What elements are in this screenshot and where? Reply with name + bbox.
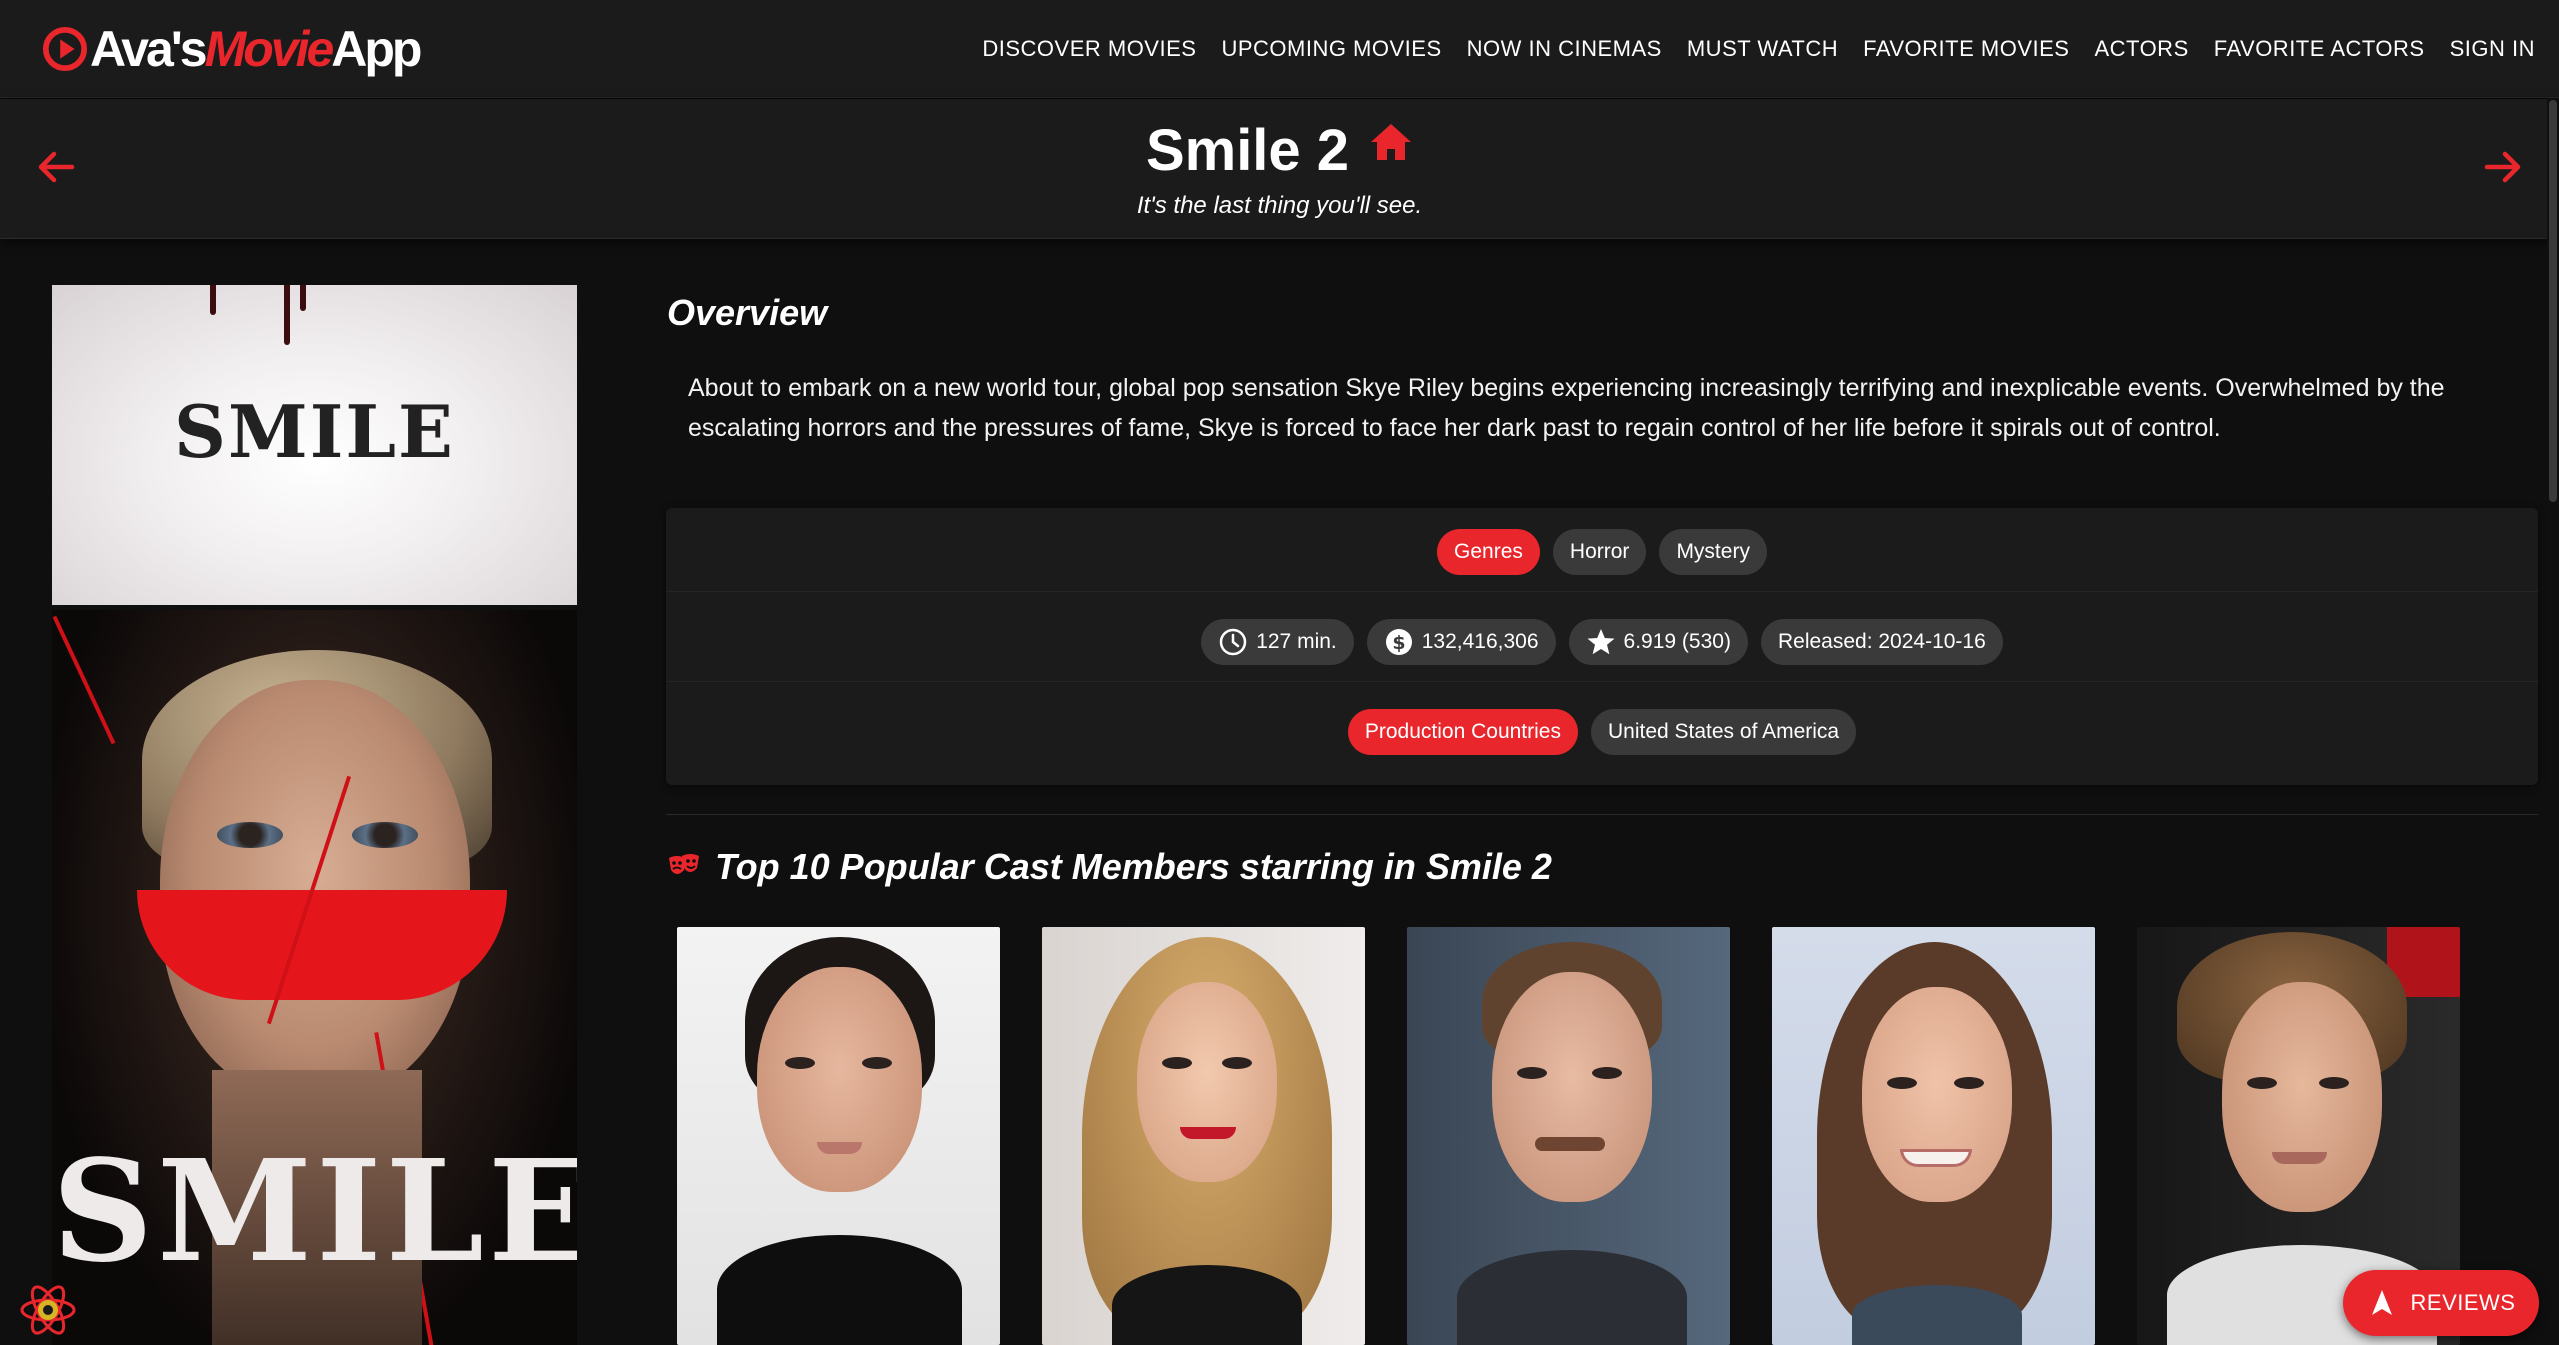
poster-artwork: SMILE 2 [52, 610, 577, 1345]
nav-actors[interactable]: ACTORS [2094, 36, 2188, 62]
poster-small-logo: SMILE 2 [52, 379, 577, 508]
genre-chip[interactable]: Horror [1552, 528, 1647, 575]
runtime-chip: 127 min. [1201, 618, 1354, 665]
nav-must-watch[interactable]: MUST WATCH [1687, 36, 1838, 62]
cast-photo-face [1862, 987, 2012, 1202]
home-icon[interactable] [1369, 120, 1413, 164]
nav-now-in-cinemas[interactable]: NOW IN CINEMAS [1467, 36, 1662, 62]
cast-photo-eye [1222, 1057, 1252, 1069]
movie-title-text: Smile 2 [1145, 118, 1350, 183]
cast-photo-eye [862, 1057, 892, 1069]
cast-photo-eye [2319, 1077, 2349, 1089]
cast-photo-body [1852, 1285, 2022, 1345]
arrow-right-icon[interactable] [2479, 143, 2527, 191]
dollar-icon: $ [1385, 628, 1412, 655]
poster-crack [52, 615, 116, 745]
rocket-icon [2371, 1290, 2392, 1315]
poster-eye [217, 822, 283, 848]
blood-drip [284, 285, 290, 345]
cast-photo-body [1457, 1250, 1687, 1345]
app-logo-text: Ava'sMovieApp [90, 20, 422, 78]
reviews-button[interactable]: REVIEWS [2343, 1270, 2539, 1336]
logo-text-movie: Movie [204, 21, 335, 77]
revenue-chip: $ 132,416,306 [1366, 618, 1556, 665]
overview-heading: Overview [667, 292, 828, 333]
cast-photo-mouth [1900, 1149, 1972, 1167]
nav-sign-in[interactable]: SIGN IN [2450, 36, 2535, 62]
cast-photo-mouth [1180, 1127, 1236, 1139]
cast-heading-text: Top 10 Popular Cast Members starring in … [715, 846, 1552, 887]
logo-text-app: App [331, 21, 422, 77]
cast-photo-face [1492, 972, 1652, 1202]
movie-title: Smile 2 [1146, 117, 1413, 184]
countries-row: Production Countries United States of Am… [666, 692, 2538, 772]
rating-value: 6.919 (530) [1623, 629, 1731, 653]
poster-red-smile [137, 890, 507, 1000]
theater-masks-icon [669, 854, 699, 874]
reviews-button-label: REVIEWS [2410, 1290, 2516, 1315]
blood-drip [300, 285, 306, 311]
section-divider [666, 814, 2538, 815]
cast-photo-eye [1887, 1077, 1917, 1089]
poster-big-logo: SMILE 2 [52, 1110, 577, 1345]
blood-drip [210, 285, 216, 315]
page-scrollbar-thumb[interactable] [2549, 100, 2557, 502]
runtime-value: 127 min. [1256, 629, 1337, 653]
nav-links: DISCOVER MOVIES UPCOMING MOVIES NOW IN C… [957, 0, 2535, 98]
cast-photo-mouth [817, 1142, 862, 1154]
clock-icon [1219, 628, 1247, 655]
cast-photo-eye [1592, 1067, 1622, 1079]
rating-chip: 6.919 (530) [1568, 618, 1748, 665]
cast-list [677, 927, 2460, 1345]
revenue-value: 132,416,306 [1421, 629, 1539, 653]
cast-photo-eye [1517, 1067, 1547, 1079]
cast-photo-mouth [2272, 1152, 2327, 1164]
overview-text: About to embark on a new world tour, glo… [688, 374, 2445, 442]
genre-chip[interactable]: Mystery [1659, 528, 1767, 575]
country-chip: United States of America [1590, 709, 1857, 755]
cast-photo-face [2222, 982, 2382, 1212]
production-countries-label: Production Countries [1347, 709, 1578, 755]
play-circle-icon [42, 26, 88, 72]
cast-photo-body [717, 1235, 962, 1345]
cast-photo-mustache [1535, 1137, 1605, 1151]
poster-small-title: SMILE [174, 389, 455, 474]
logo-text-avas: Ava's [90, 21, 208, 77]
movie-details-panel: Genres Horror Mystery 127 min. $ 132,416… [666, 508, 2538, 785]
cast-photo-eye [1162, 1057, 1192, 1069]
star-icon [1587, 628, 1615, 654]
cast-photo-body [1112, 1265, 1302, 1345]
cast-photo-face [1137, 982, 1277, 1182]
cast-heading: Top 10 Popular Cast Members starring in … [667, 846, 1552, 888]
movie-tagline: It's the last thing you'll see. [1136, 192, 1423, 219]
genres-row: Genres Horror Mystery [666, 512, 2538, 592]
cast-card[interactable] [1042, 927, 1365, 1345]
movie-poster: SMILE 2 SMILE 2 [52, 285, 577, 1345]
poster-backdrop: SMILE 2 [52, 285, 577, 605]
stats-row: 127 min. $ 132,416,306 6.919 (530) Relea… [666, 602, 2538, 682]
cast-card[interactable] [1407, 927, 1730, 1345]
title-block: Smile 2 It's the last thing you'll see. [0, 117, 2559, 220]
top-navbar: Ava'sMovieApp DISCOVER MOVIES UPCOMING M… [0, 0, 2559, 98]
cast-photo-eye [1954, 1077, 1984, 1089]
svg-text:$: $ [1392, 632, 1405, 654]
cast-photo-face [757, 967, 922, 1192]
cast-card[interactable] [677, 927, 1000, 1345]
movie-title-bar: Smile 2 It's the last thing you'll see. [0, 99, 2559, 239]
nav-discover-movies[interactable]: DISCOVER MOVIES [982, 36, 1196, 62]
release-date-chip: Released: 2024-10-16 [1760, 618, 2003, 665]
app-logo[interactable]: Ava'sMovieApp [42, 20, 422, 78]
genres-label: Genres [1437, 528, 1540, 575]
react-query-devtools-icon[interactable] [14, 1282, 82, 1338]
cast-photo-eye [2247, 1077, 2277, 1089]
cast-photo-eye [785, 1057, 815, 1069]
poster-eye [352, 822, 418, 848]
nav-favorite-actors[interactable]: FAVORITE ACTORS [2214, 36, 2425, 62]
nav-favorite-movies[interactable]: FAVORITE MOVIES [1863, 36, 2069, 62]
cast-card[interactable] [1772, 927, 2095, 1345]
nav-upcoming-movies[interactable]: UPCOMING MOVIES [1221, 36, 1441, 62]
poster-big-title: SMILE [52, 1130, 577, 1294]
